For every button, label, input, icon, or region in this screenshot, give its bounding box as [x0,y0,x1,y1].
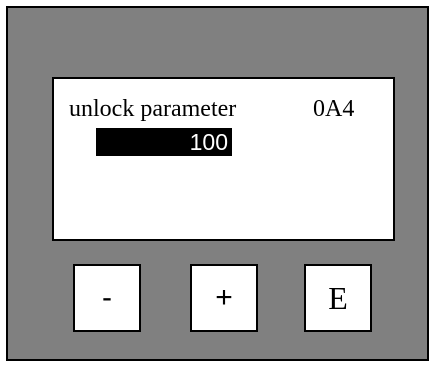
lcd-display: unlock parameter 0A4 100 [52,77,395,241]
increment-button[interactable]: + [190,264,258,332]
enter-button[interactable]: E [304,264,372,332]
parameter-code: 0A4 [313,96,355,122]
parameter-value-field[interactable]: 100 [96,128,232,156]
parameter-label: unlock parameter [69,96,237,122]
device-panel: unlock parameter 0A4 100 - + E [6,6,429,361]
decrement-button[interactable]: - [73,264,141,332]
